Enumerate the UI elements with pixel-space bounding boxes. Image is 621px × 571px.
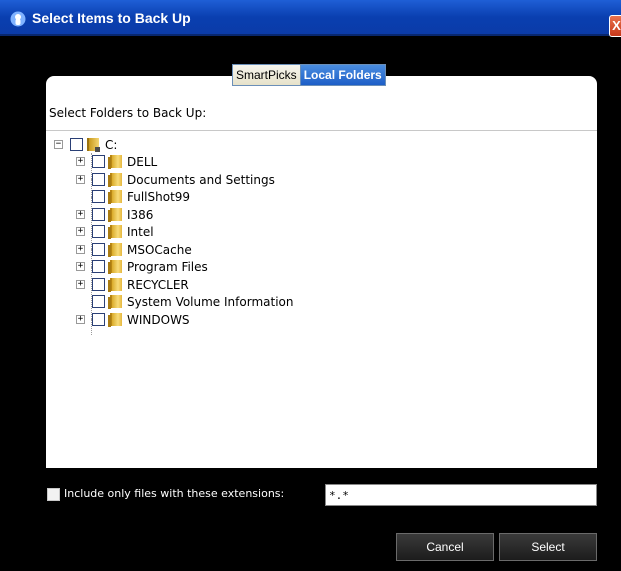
tree-item-msocache[interactable]: + MSOCache — [76, 241, 192, 258]
collapse-icon[interactable]: − — [54, 140, 63, 149]
tree-item-label: WINDOWS — [127, 312, 190, 327]
folder-panel: Select Folders to Back Up: − C: + DELL +… — [46, 76, 597, 468]
no-expander — [76, 192, 85, 201]
tree-item-intel[interactable]: + Intel — [76, 223, 154, 240]
no-expander — [76, 297, 85, 306]
folder-checkbox[interactable] — [92, 278, 105, 291]
tree-item-label: RECYCLER — [127, 277, 189, 292]
expand-icon[interactable]: + — [76, 157, 85, 166]
expand-icon[interactable]: + — [76, 245, 85, 254]
tree-item-system-volume-information[interactable]: System Volume Information — [76, 293, 293, 310]
folder-checkbox[interactable] — [92, 208, 105, 221]
app-icon — [10, 11, 26, 27]
tree-item-dell[interactable]: + DELL — [76, 153, 157, 170]
tree-item-program-files[interactable]: + Program Files — [76, 258, 208, 275]
folder-checkbox[interactable] — [92, 173, 105, 186]
folder-checkbox[interactable] — [92, 295, 105, 308]
folder-icon — [108, 154, 122, 169]
folder-icon — [108, 189, 122, 204]
tree-item-label: DELL — [127, 154, 158, 169]
folder-icon — [108, 259, 122, 274]
tree-item-label: C: — [105, 137, 118, 152]
tree-item-fullshot99[interactable]: FullShot99 — [76, 188, 190, 205]
title-bar[interactable]: Select Items to Back Up X — [0, 0, 621, 37]
tree-item-label: Documents and Settings — [127, 172, 275, 187]
folder-checkbox[interactable] — [92, 260, 105, 273]
folder-checkbox[interactable] — [92, 313, 105, 326]
expand-icon[interactable]: + — [76, 227, 85, 236]
folder-checkbox[interactable] — [92, 225, 105, 238]
dialog-window: Select Items to Back Up X SmartPicks Loc… — [0, 0, 621, 571]
panel-label: Select Folders to Back Up: — [49, 106, 207, 120]
folder-checkbox[interactable] — [92, 155, 105, 168]
include-extensions-checkbox[interactable] — [47, 488, 60, 501]
select-button[interactable]: Select — [499, 533, 597, 561]
folder-icon — [108, 242, 122, 257]
tree-item-label: Program Files — [127, 259, 208, 274]
tree-item-label: I386 — [127, 207, 154, 222]
tree-item-label: System Volume Information — [127, 294, 294, 309]
tab-local-folders[interactable]: Local Folders — [300, 64, 386, 86]
folder-icon — [108, 172, 122, 187]
folder-checkbox[interactable] — [70, 138, 83, 151]
tree-item-label: MSOCache — [127, 242, 192, 257]
tree-item-windows[interactable]: + WINDOWS — [76, 311, 190, 328]
folder-icon — [108, 207, 122, 222]
folder-icon — [108, 277, 122, 292]
tree-item-documents-and-settings[interactable]: + Documents and Settings — [76, 171, 275, 188]
tab-smartpicks[interactable]: SmartPicks — [232, 64, 301, 86]
tree-item-label: Intel — [127, 224, 154, 239]
close-icon: X — [612, 18, 621, 33]
close-button[interactable]: X — [609, 15, 621, 37]
tab-bar: SmartPicks Local Folders — [232, 64, 386, 86]
tree-root-drive-c[interactable]: − C: — [54, 136, 117, 153]
folder-icon — [108, 224, 122, 239]
folder-checkbox[interactable] — [92, 243, 105, 256]
expand-icon[interactable]: + — [76, 280, 85, 289]
folder-icon — [108, 294, 122, 309]
tree-item-i386[interactable]: + I386 — [76, 206, 153, 223]
expand-icon[interactable]: + — [76, 210, 85, 219]
tree-item-label: FullShot99 — [127, 189, 191, 204]
folder-checkbox[interactable] — [92, 190, 105, 203]
expand-icon[interactable]: + — [76, 262, 85, 271]
drive-icon — [86, 137, 100, 152]
expand-icon[interactable]: + — [76, 315, 85, 324]
folder-tree[interactable]: − C: + DELL + Documents and Settings Ful… — [46, 130, 597, 468]
expand-icon[interactable]: + — [76, 175, 85, 184]
folder-icon — [108, 312, 122, 327]
include-extensions-label: Include only files with these extensions… — [64, 487, 285, 500]
window-title: Select Items to Back Up — [32, 10, 191, 26]
extensions-input[interactable] — [325, 484, 597, 506]
cancel-button[interactable]: Cancel — [396, 533, 494, 561]
tree-item-recycler[interactable]: + RECYCLER — [76, 276, 189, 293]
